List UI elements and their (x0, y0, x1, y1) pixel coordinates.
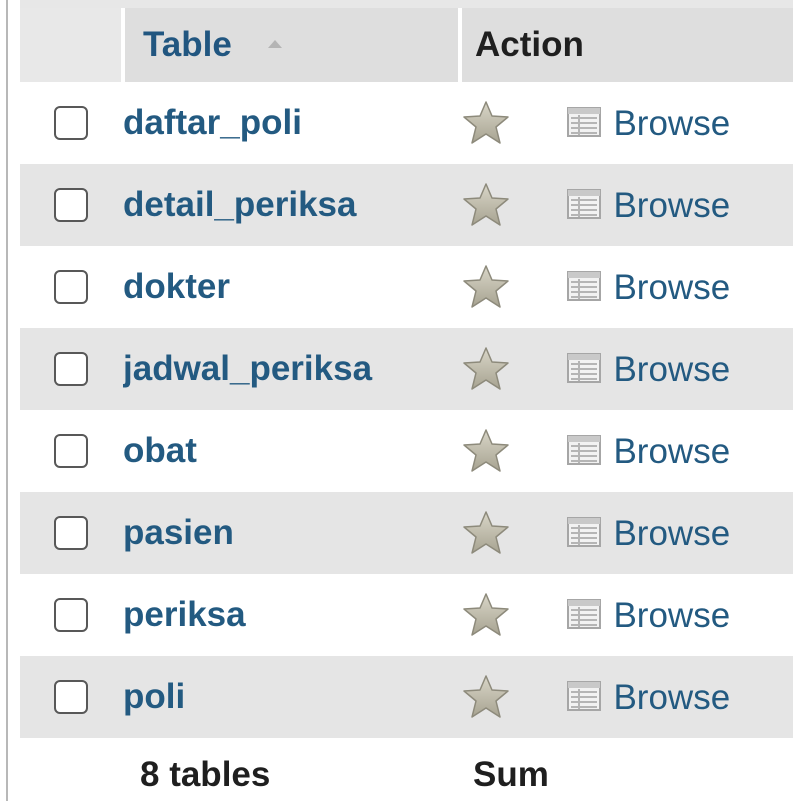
panel-left-border (0, 0, 8, 801)
browse-label[interactable]: Browse (613, 596, 730, 635)
table-name-link[interactable]: poli (123, 656, 460, 738)
row-actions: Browse (460, 492, 793, 574)
table-icon (567, 106, 602, 137)
table-name-text[interactable]: obat (123, 431, 197, 470)
browse-link[interactable]: Browse (567, 102, 730, 144)
row-checkbox[interactable] (54, 516, 88, 550)
row-actions: Browse (460, 82, 793, 164)
table-row: pasien Browse (20, 492, 793, 574)
row-checkbox-cell (20, 410, 123, 492)
row-checkbox-cell (20, 328, 123, 410)
table-top-border (20, 0, 793, 8)
table-icon (567, 598, 602, 629)
row-actions: Browse (460, 410, 793, 492)
table-row: periksa Browse (20, 574, 793, 656)
row-checkbox-cell (20, 492, 123, 574)
row-checkbox[interactable] (54, 434, 88, 468)
row-checkbox[interactable] (54, 680, 88, 714)
star-icon[interactable] (460, 509, 512, 557)
browse-link[interactable]: Browse (567, 512, 730, 554)
table-icon (567, 434, 602, 465)
table-name-text[interactable]: periksa (123, 595, 246, 634)
table-row: jadwal_periksa Browse (20, 328, 793, 410)
row-checkbox-cell (20, 82, 123, 164)
row-actions: Browse (460, 574, 793, 656)
table-name-link[interactable]: detail_periksa (123, 164, 460, 246)
table-icon (567, 680, 602, 711)
star-icon[interactable] (460, 181, 512, 229)
browse-label[interactable]: Browse (613, 350, 730, 389)
browse-link[interactable]: Browse (567, 676, 730, 718)
table-header-row: Table Action (20, 8, 793, 82)
browse-label[interactable]: Browse (613, 268, 730, 307)
row-checkbox[interactable] (54, 352, 88, 386)
browse-link[interactable]: Browse (567, 348, 730, 390)
table-name-text[interactable]: pasien (123, 513, 234, 552)
browse-label[interactable]: Browse (613, 104, 730, 143)
table-name-text[interactable]: jadwal_periksa (123, 349, 372, 388)
sort-ascending-icon[interactable] (267, 39, 282, 48)
table-icon (567, 352, 602, 383)
table-name-link[interactable]: daftar_poli (123, 82, 460, 164)
row-checkbox-cell (20, 246, 123, 328)
star-icon[interactable] (460, 263, 512, 311)
browse-link[interactable]: Browse (567, 430, 730, 472)
browse-link[interactable]: Browse (567, 594, 730, 636)
browse-link[interactable]: Browse (567, 266, 730, 308)
table-name-text[interactable]: dokter (123, 267, 230, 306)
table-column-label[interactable]: Table (143, 25, 232, 64)
table-row: detail_periksa Browse (20, 164, 793, 246)
row-checkbox[interactable] (54, 270, 88, 304)
table-name-link[interactable]: periksa (123, 574, 460, 656)
table-name-link[interactable]: dokter (123, 246, 460, 328)
table-name-text[interactable]: poli (123, 677, 185, 716)
database-tables-list: Table Action daftar_poli Browse detail_p… (20, 8, 793, 812)
row-checkbox[interactable] (54, 598, 88, 632)
browse-link[interactable]: Browse (567, 184, 730, 226)
table-icon (567, 270, 602, 301)
table-name-link[interactable]: jadwal_periksa (123, 328, 460, 410)
row-actions: Browse (460, 164, 793, 246)
table-icon (567, 188, 602, 219)
table-name-text[interactable]: detail_periksa (123, 185, 356, 224)
table-name-link[interactable]: obat (123, 410, 460, 492)
table-row: dokter Browse (20, 246, 793, 328)
star-icon[interactable] (460, 99, 512, 147)
browse-label[interactable]: Browse (613, 678, 730, 717)
table-row: poli Browse (20, 656, 793, 738)
row-actions: Browse (460, 656, 793, 738)
table-name-text[interactable]: daftar_poli (123, 103, 302, 142)
table-name-link[interactable]: pasien (123, 492, 460, 574)
table-row: obat Browse (20, 410, 793, 492)
header-table-column[interactable]: Table (123, 8, 462, 82)
star-icon[interactable] (460, 345, 512, 393)
star-icon[interactable] (460, 427, 512, 475)
header-action-column: Action (460, 8, 793, 82)
star-icon[interactable] (460, 591, 512, 639)
table-icon (567, 516, 602, 547)
browse-label[interactable]: Browse (613, 432, 730, 471)
browse-label[interactable]: Browse (613, 186, 730, 225)
row-checkbox[interactable] (54, 188, 88, 222)
table-row: daftar_poli Browse (20, 82, 793, 164)
row-actions: Browse (460, 246, 793, 328)
browse-label[interactable]: Browse (613, 514, 730, 553)
row-checkbox-cell (20, 164, 123, 246)
header-checkbox-column (20, 8, 125, 82)
row-checkbox[interactable] (54, 106, 88, 140)
star-icon[interactable] (460, 673, 512, 721)
row-checkbox-cell (20, 574, 123, 656)
row-checkbox-cell (20, 656, 123, 738)
row-actions: Browse (460, 328, 793, 410)
